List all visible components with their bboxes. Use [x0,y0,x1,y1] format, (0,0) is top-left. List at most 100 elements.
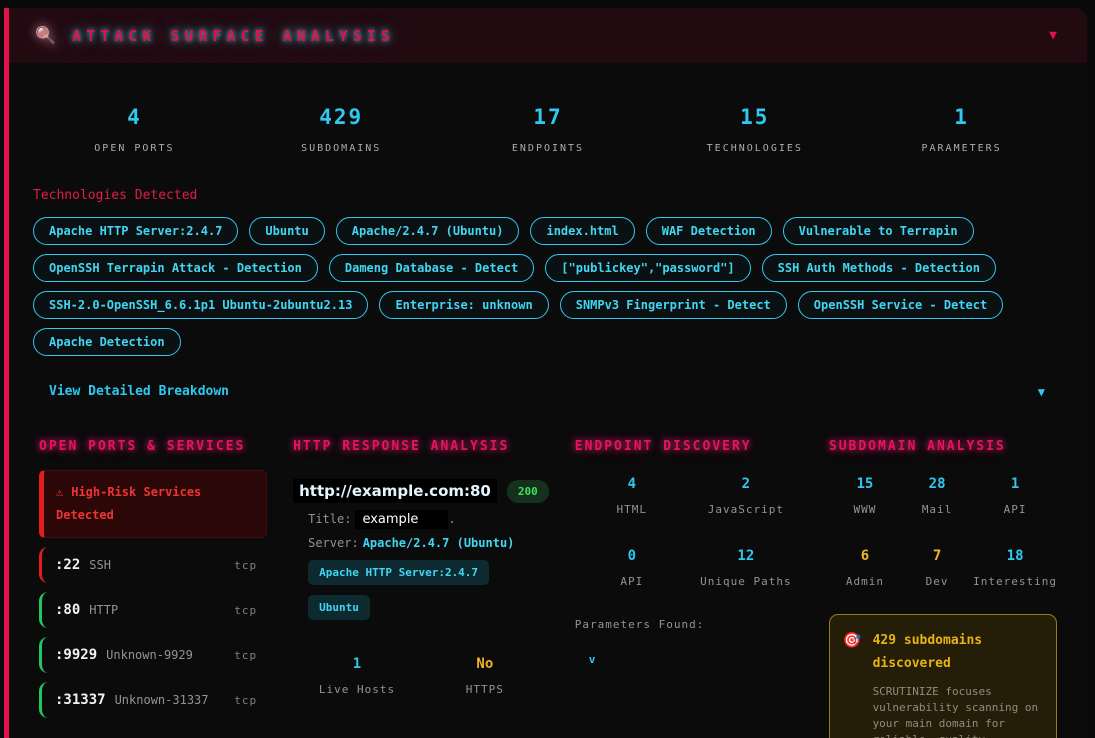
technology-chip: Ubuntu [249,217,324,245]
stat-label: WWW [829,503,901,516]
stat-label: ENDPOINTS [445,143,652,154]
subdomain-analysis-title: SUBDOMAIN ANALYSIS [829,439,1057,454]
https-stat: No HTTPS [421,656,549,696]
stat-label: PARAMETERS [858,143,1065,154]
stat-value: 18 [973,548,1057,564]
page-title-line: Title: example. [293,512,549,527]
technology-chip: Apache/2.4.7 (Ubuntu) [336,217,520,245]
stat-label: HTML [575,503,689,516]
stat-label: Interesting [973,575,1057,588]
title-suffix: . [448,512,455,526]
high-risk-warning: ⚠High-Risk Services Detected [39,470,267,538]
panel-title: ATTACK SURFACE ANALYSIS [72,27,395,45]
notice-title: 429 subdomains discovered [873,630,1043,676]
parameter-item: v [575,653,803,666]
interesting-stat: 18 Interesting [973,548,1057,588]
port-protocol: tcp [234,694,257,707]
port-protocol: tcp [234,649,257,662]
endpoint-discovery-column: ENDPOINT DISCOVERY 4 HTML 2 JavaScript 0… [575,439,803,738]
stat-value: 15 [829,476,901,492]
api-subdomain-stat: 1 API [973,476,1057,516]
http-tech-chip: Ubuntu [308,595,370,620]
http-response-column: HTTP RESPONSE ANALYSIS http://example.co… [293,439,549,738]
port-service: Unknown-9929 [106,648,193,662]
stat-value: 28 [901,476,973,492]
technology-chip: Apache HTTP Server:2.4.7 [33,217,238,245]
stat-parameters: 1 PARAMETERS [858,105,1065,154]
technology-chip: ["publickey","password"] [545,254,750,282]
view-detailed-breakdown-toggle[interactable]: View Detailed Breakdown ▼ [31,384,1065,399]
html-stat: 4 HTML [575,476,689,516]
page-title-value: example [355,510,448,529]
stat-value: 7 [901,548,973,564]
port-protocol: tcp [234,604,257,617]
stat-label: API [575,575,689,588]
technologies-label: Technologies Detected [33,188,1065,203]
stat-label: Live Hosts [293,683,421,696]
stat-label: Dev [901,575,973,588]
notice-body: SCRUTINIZE focuses vulnerability scannin… [873,684,1043,738]
stat-label: Mail [901,503,973,516]
stat-technologies: 15 TECHNOLOGIES [651,105,858,154]
mail-stat: 28 Mail [901,476,973,516]
server-label: Server: [308,536,359,550]
stat-label: Unique Paths [689,575,803,588]
collapse-panel-icon[interactable]: ▼ [1049,28,1057,43]
port-row: :80 HTTP tcp [39,592,267,628]
www-stat: 15 WWW [829,476,901,516]
stat-endpoints: 17 ENDPOINTS [445,105,652,154]
stat-value: 12 [689,548,803,564]
dart-target-icon: 🎯 [843,630,862,738]
stat-value: 4 [575,476,689,492]
javascript-stat: 2 JavaScript [689,476,803,516]
port-service: SSH [89,558,111,572]
title-label: Title: [308,512,351,526]
warning-text: High-Risk Services Detected [56,485,201,522]
port-row: :9929 Unknown-9929 tcp [39,637,267,673]
stat-label: OPEN PORTS [31,143,238,154]
stat-value: 0 [575,548,689,564]
subdomains-discovered-notice: 🎯 429 subdomains discovered SCRUTINIZE f… [829,614,1057,738]
stat-value: No [421,656,549,672]
server-line: Server: Apache/2.4.7 (Ubuntu) [293,536,549,550]
port-row: :31337 Unknown-31337 tcp [39,682,267,718]
stat-label: SUBDOMAINS [238,143,445,154]
breakdown-label: View Detailed Breakdown [49,384,229,399]
panel-header[interactable]: 🔍 ATTACK SURFACE ANALYSIS ▼ [9,8,1087,63]
technology-chip: Vulnerable to Terrapin [783,217,974,245]
stat-value: 1 [293,656,421,672]
subdomain-analysis-column: SUBDOMAIN ANALYSIS 15 WWW 28 Mail 1 API [829,439,1057,738]
port-number: :80 [55,602,80,618]
open-ports-title: OPEN PORTS & SERVICES [39,439,267,454]
stat-label: API [973,503,1057,516]
port-service: Unknown-31337 [115,693,209,707]
stat-value: 4 [31,105,238,129]
parameters-found-label: Parameters Found: [575,618,803,631]
stat-value: 2 [689,476,803,492]
port-protocol: tcp [234,559,257,572]
endpoint-stats: 4 HTML 2 JavaScript 0 API 12 Unique Path… [575,476,803,588]
stat-label: HTTPS [421,683,549,696]
warning-icon: ⚠ [56,485,63,499]
technology-chip: OpenSSH Terrapin Attack - Detection [33,254,318,282]
chevron-down-icon[interactable]: ▼ [1038,385,1045,399]
unique-paths-stat: 12 Unique Paths [689,548,803,588]
target-url: http://example.com:80 [293,479,497,503]
search-icon: 🔍 [35,26,56,46]
technology-chip: WAF Detection [646,217,772,245]
stat-value: 429 [238,105,445,129]
stat-value: 1 [858,105,1065,129]
port-number: :31337 [55,692,106,708]
dev-stat: 7 Dev [901,548,973,588]
endpoint-discovery-title: ENDPOINT DISCOVERY [575,439,803,454]
port-number: :9929 [55,647,97,663]
technology-chip: Enterprise: unknown [379,291,548,319]
stat-subdomains: 429 SUBDOMAINS [238,105,445,154]
stat-value: 1 [973,476,1057,492]
notice-content: 429 subdomains discovered SCRUTINIZE foc… [873,630,1043,738]
stat-label: TECHNOLOGIES [651,143,858,154]
server-value: Apache/2.4.7 (Ubuntu) [363,536,515,550]
technology-chip: Apache Detection [33,328,181,356]
admin-stat: 6 Admin [829,548,901,588]
detail-grid: OPEN PORTS & SERVICES ⚠High-Risk Service… [31,439,1065,738]
